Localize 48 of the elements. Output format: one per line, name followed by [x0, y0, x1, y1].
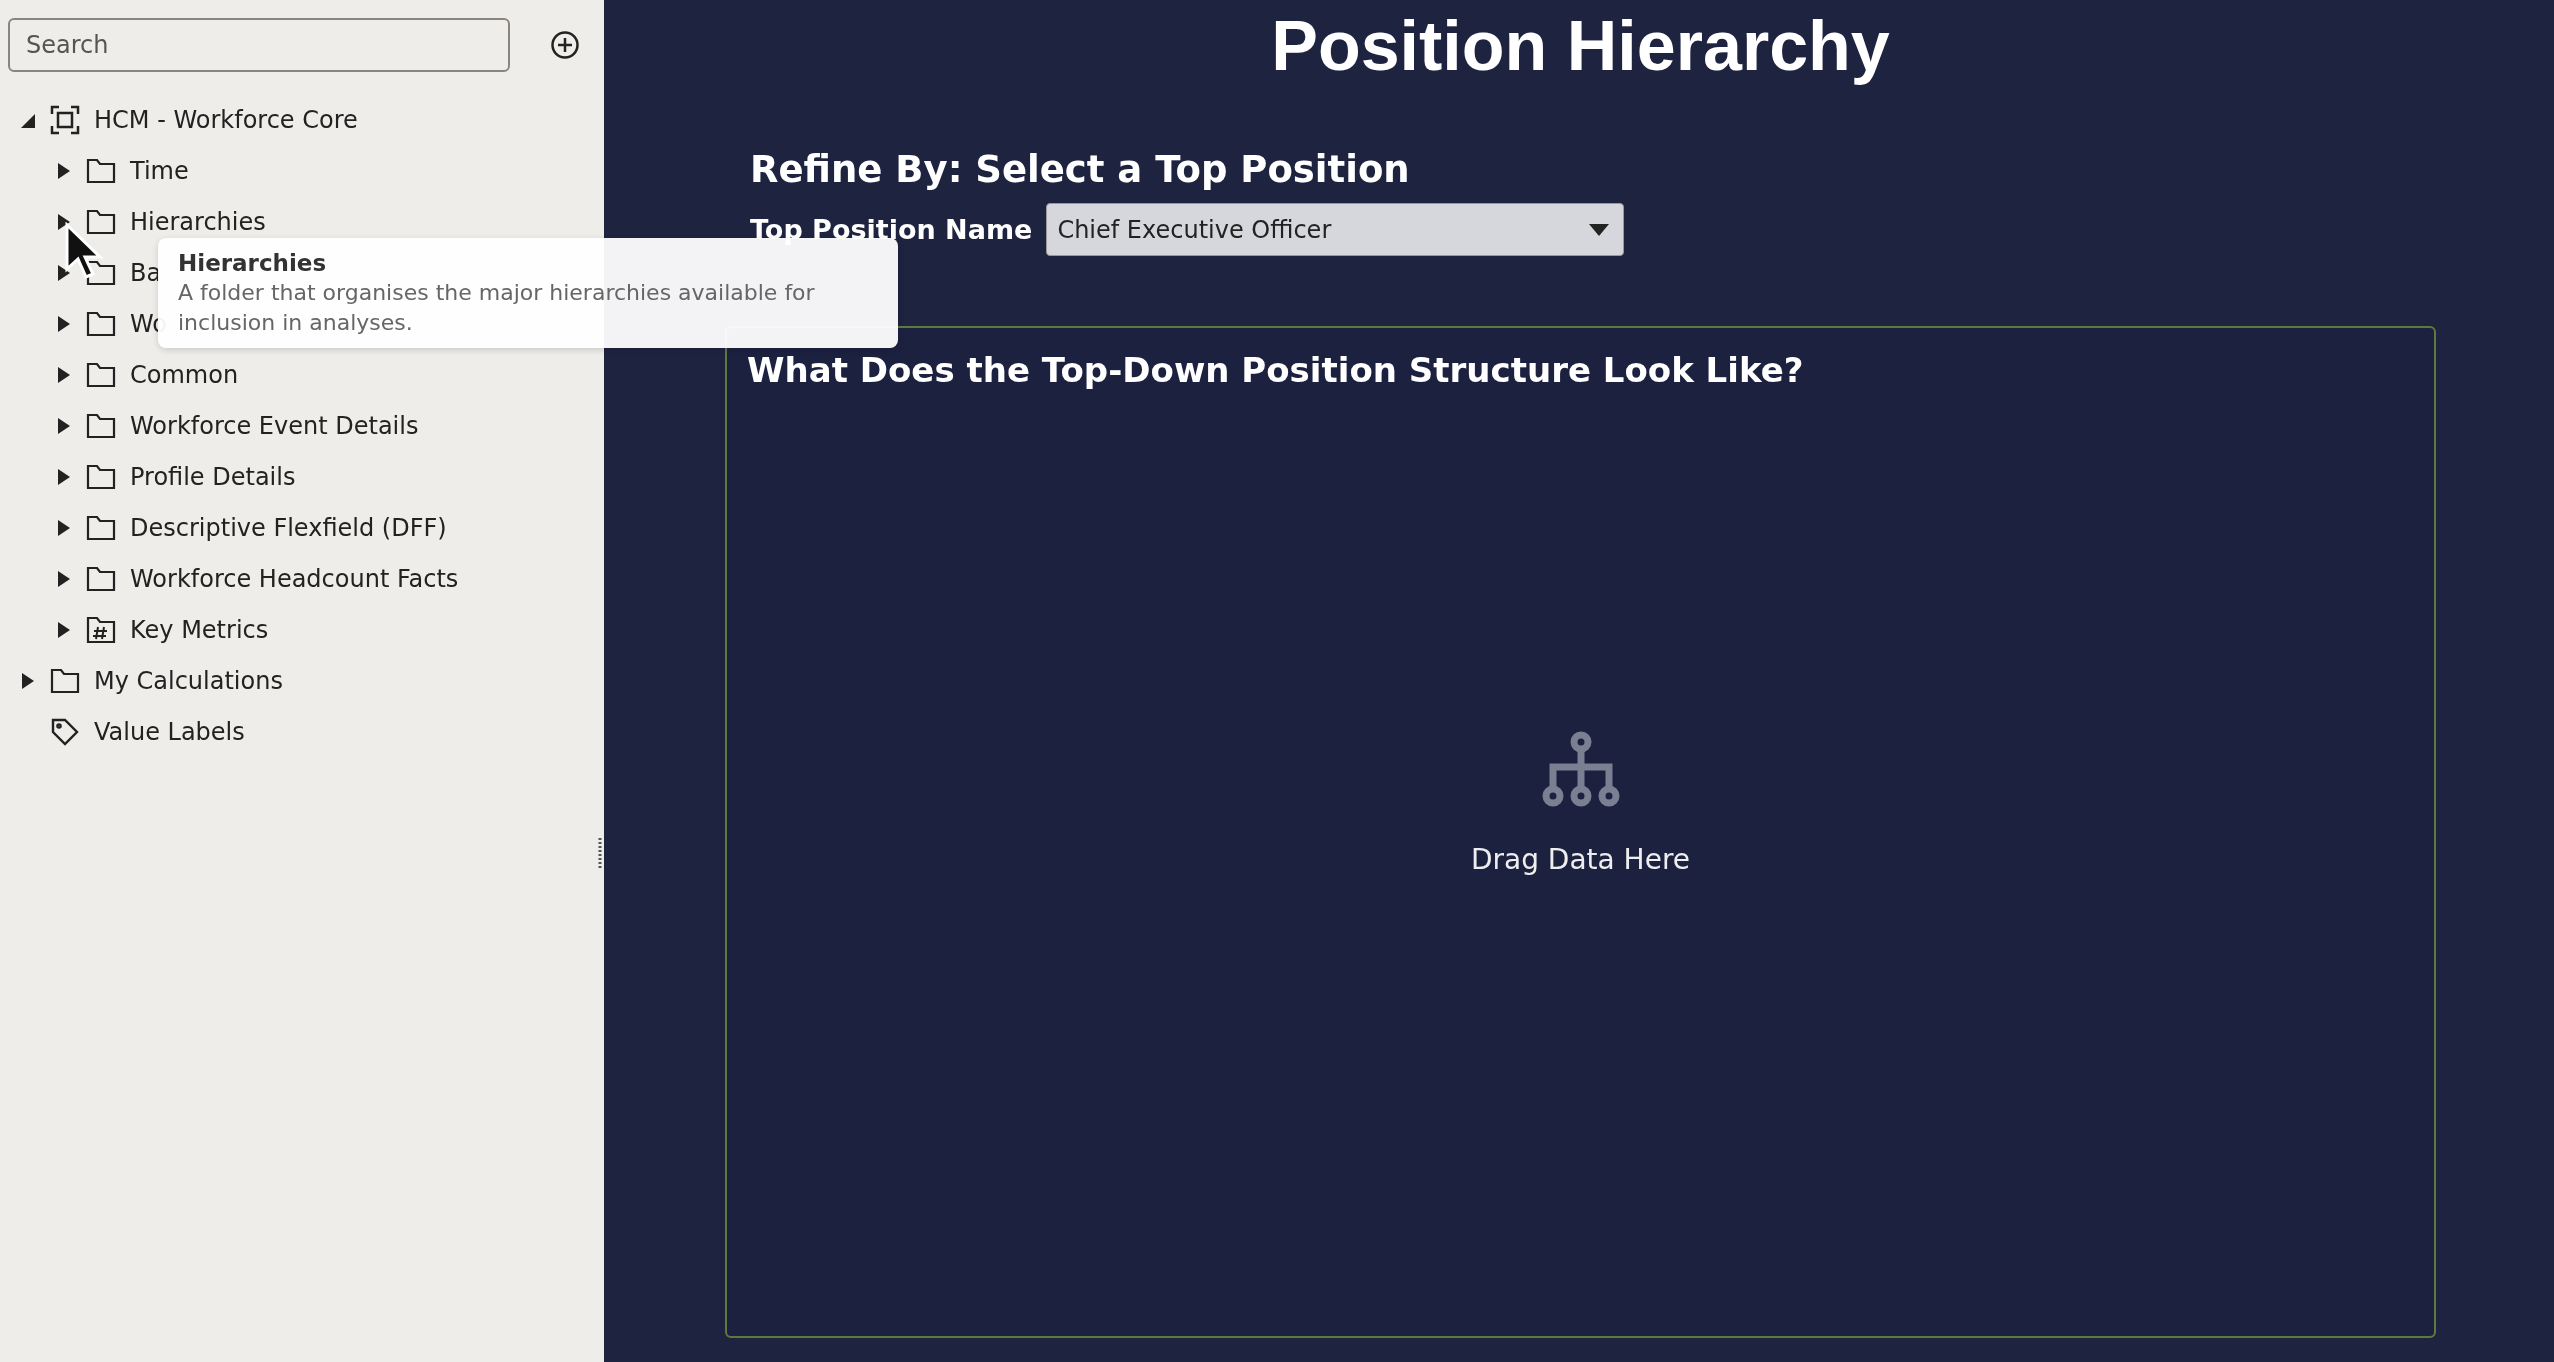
folder-icon — [50, 667, 80, 694]
expand-triangle-icon[interactable] — [56, 415, 72, 436]
position-dropdown[interactable]: Chief Executive Officer — [1046, 203, 1625, 256]
tree-item-label[interactable]: Key Metrics — [130, 615, 269, 644]
expand-triangle-icon[interactable] — [20, 670, 36, 691]
tree-item-label[interactable]: Common — [130, 360, 239, 389]
expand-triangle-icon[interactable] — [56, 517, 72, 538]
tooltip-text: A folder that organises the major hierarchies available for inclusion in analyses. — [178, 279, 816, 337]
mouse-pointer-icon — [64, 222, 104, 282]
folder-icon — [86, 361, 116, 388]
tree-item-label[interactable]: Time — [130, 156, 189, 185]
expand-triangle-icon[interactable] — [56, 313, 72, 334]
tree-item-label[interactable]: My Calculations — [94, 666, 283, 695]
drop-hint: Drag Data Here — [1470, 842, 1691, 876]
search-field[interactable]: Search — [8, 18, 510, 72]
tree-item-label[interactable]: Profile Details — [130, 462, 296, 491]
folder-icon — [86, 310, 116, 337]
folder-icon — [86, 259, 116, 286]
folder-icon — [86, 157, 116, 184]
hash-folder-icon — [86, 615, 116, 644]
caret-icon — [1589, 223, 1610, 236]
tree-item-label[interactable]: Workforce Headcount Facts — [130, 564, 459, 593]
expand-triangle-icon[interactable] — [56, 262, 72, 283]
panel-title: What Does the Top-Down Position Structure Look Like? — [747, 350, 1805, 390]
expand-triangle-icon[interactable] — [56, 364, 72, 385]
tag-icon — [50, 716, 80, 747]
tree-item-label[interactable]: Workforce Event Details — [130, 411, 419, 440]
folder-icon — [86, 463, 116, 490]
folder-icon — [86, 514, 116, 541]
folder-icon — [86, 412, 116, 439]
tree-item-label[interactable]: Value Labels — [94, 717, 245, 746]
expand-triangle-icon[interactable] — [56, 160, 72, 181]
expand-triangle-icon[interactable] — [56, 568, 72, 589]
resize-grip-icon[interactable] — [598, 838, 602, 868]
folder-icon — [86, 208, 116, 235]
tree-item-label[interactable]: Descriptive Flexfield (DFF) — [130, 513, 447, 542]
folder-icon — [86, 565, 116, 592]
filter-label: Top Position Name — [750, 214, 1033, 245]
add-icon[interactable] — [550, 30, 580, 60]
section-heading: Refine By: Select a Top Position — [750, 148, 1411, 191]
expand-triangle-icon[interactable] — [56, 211, 72, 232]
dashboard-title: Position Hierarchy — [1270, 6, 1891, 86]
tree-item-label[interactable]: Hierarchies — [130, 207, 266, 236]
tooltip-title: Hierarchies — [178, 249, 328, 278]
expand-triangle-icon[interactable] — [56, 466, 72, 487]
subject-area-icon — [50, 104, 80, 135]
tree-item-label[interactable]: HCM - Workforce Core — [94, 105, 358, 134]
expand-triangle-icon[interactable] — [56, 619, 72, 640]
